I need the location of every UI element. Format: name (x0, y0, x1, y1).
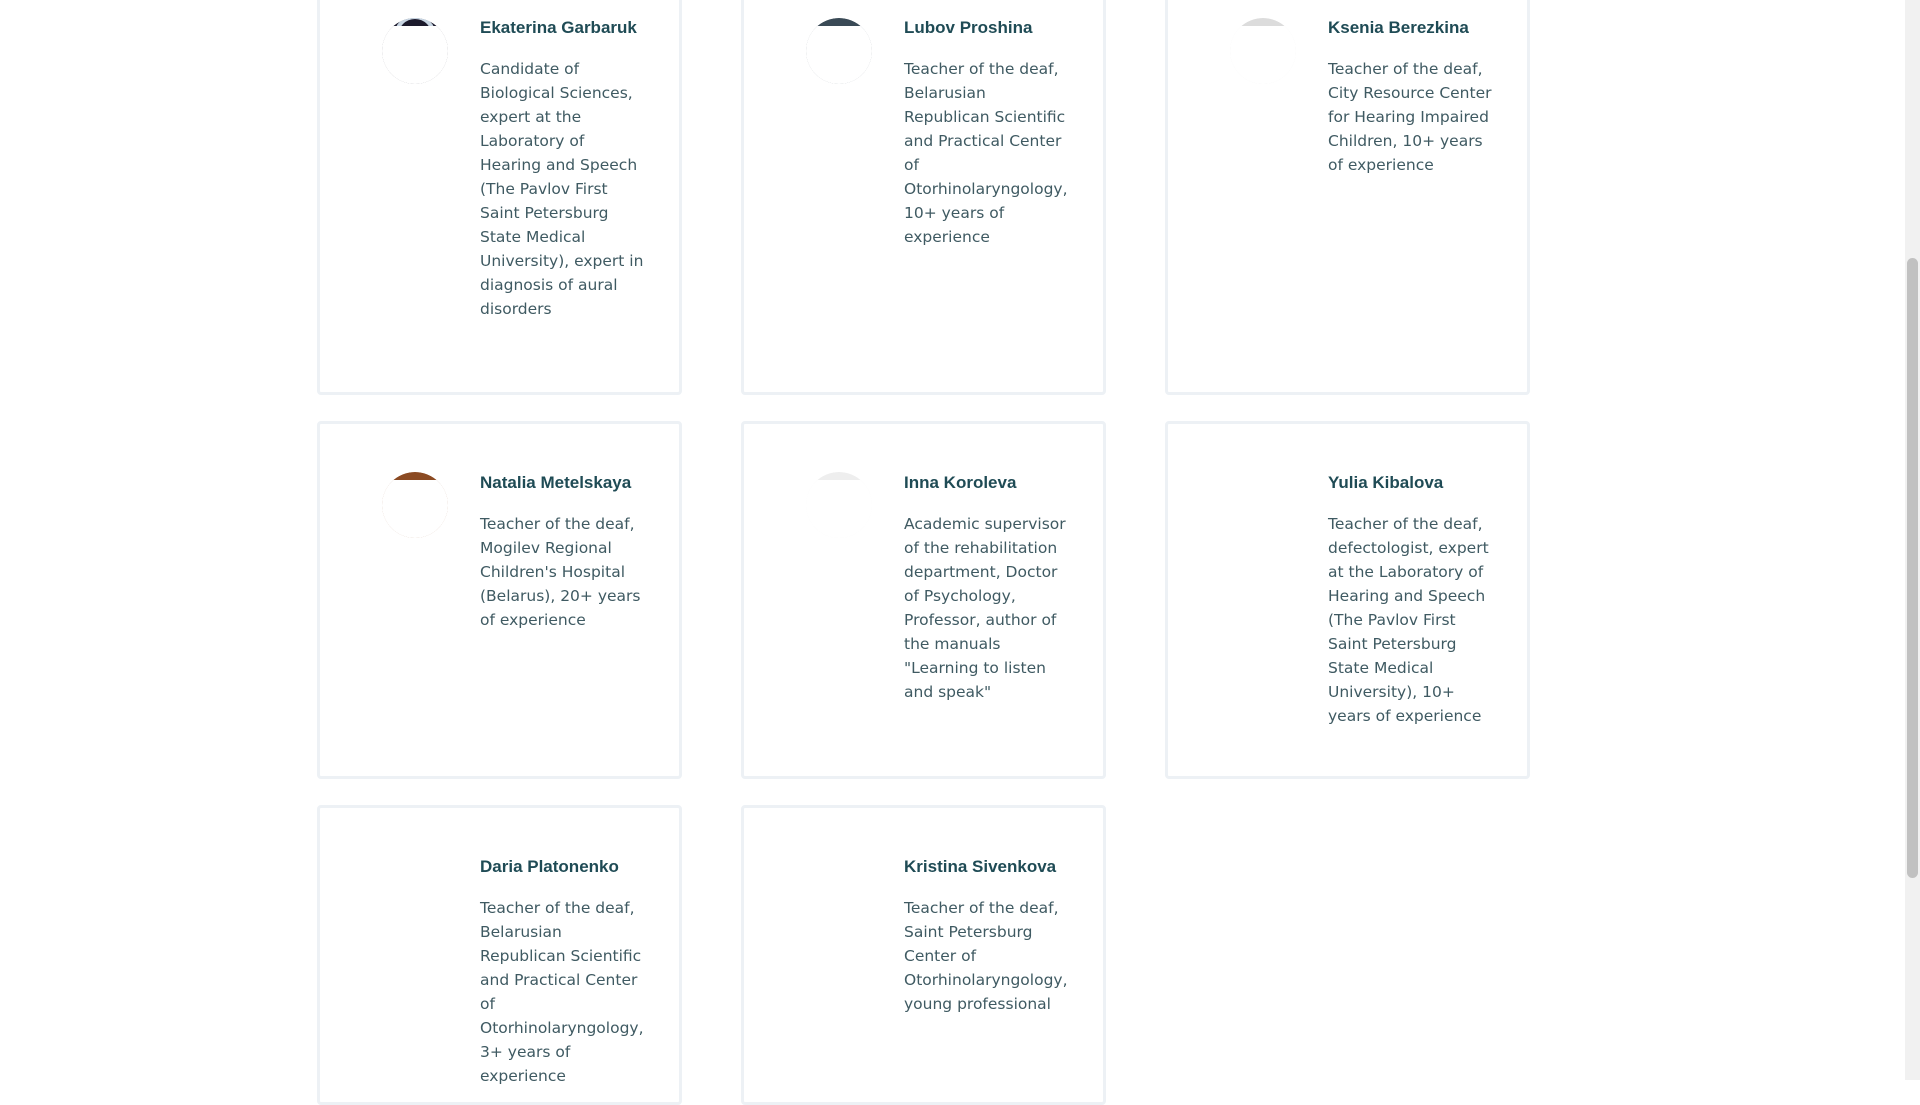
team-member-name: Daria Platonenko (480, 857, 619, 876)
team-member-card: Kristina Sivenkova Teacher of the deaf, … (741, 805, 1106, 1105)
team-member-photo (382, 18, 448, 84)
team-member-photo (382, 856, 448, 922)
team-member-card: Natalia Metelskaya Teacher of the deaf, … (317, 421, 682, 779)
team-member-photo (806, 18, 872, 84)
team-member-description: Candidate of Biological Sciences, expert… (480, 60, 644, 318)
team-member-name: Ekaterina Garbaruk (480, 18, 637, 37)
team-member-name: Kristina Sivenkova (904, 857, 1057, 876)
team-member-card: Ksenia Berezkina Teacher of the deaf, Ci… (1165, 0, 1530, 395)
team-member-card: Yulia Kibalova Teacher of the deaf, defe… (1165, 421, 1530, 779)
team-member-name: Inna Koroleva (904, 473, 1017, 492)
scrollbar-thumb[interactable] (1907, 258, 1918, 878)
team-member-photo (382, 472, 448, 538)
team-member-name: Lubov Proshina (904, 18, 1033, 37)
team-member-description: Academic supervisor of the rehabilitatio… (904, 515, 1066, 701)
team-member-card: Ekaterina Garbaruk Candidate of Biologic… (317, 0, 682, 395)
page-scrollbar[interactable] (1905, 0, 1920, 1080)
team-member-photo (1230, 18, 1296, 84)
team-member-name: Ksenia Berezkina (1328, 18, 1469, 37)
team-member-name: Yulia Kibalova (1328, 473, 1444, 492)
team-member-photo (806, 472, 872, 538)
team-member-description: Teacher of the deaf, Mogilev Regional Ch… (480, 515, 641, 629)
team-member-photo (1230, 472, 1296, 538)
team-member-description: Teacher of the deaf, City Resource Cente… (1328, 60, 1492, 174)
team-member-photo (806, 856, 872, 922)
team-member-card: Lubov Proshina Teacher of the deaf, Bela… (741, 0, 1106, 395)
team-member-card: Daria Platonenko Teacher of the deaf, Be… (317, 805, 682, 1105)
team-member-description: Teacher of the deaf, Saint Petersburg Ce… (904, 899, 1068, 1013)
team-member-description: Teacher of the deaf, Belarusian Republic… (480, 899, 644, 1085)
team-member-description: Teacher of the deaf, defectologist, expe… (1328, 515, 1489, 725)
team-member-name: Natalia Metelskaya (480, 473, 632, 492)
team-member-card: Inna Koroleva Academic supervisor of the… (741, 421, 1106, 779)
team-member-description: Teacher of the deaf, Belarusian Republic… (904, 60, 1068, 246)
